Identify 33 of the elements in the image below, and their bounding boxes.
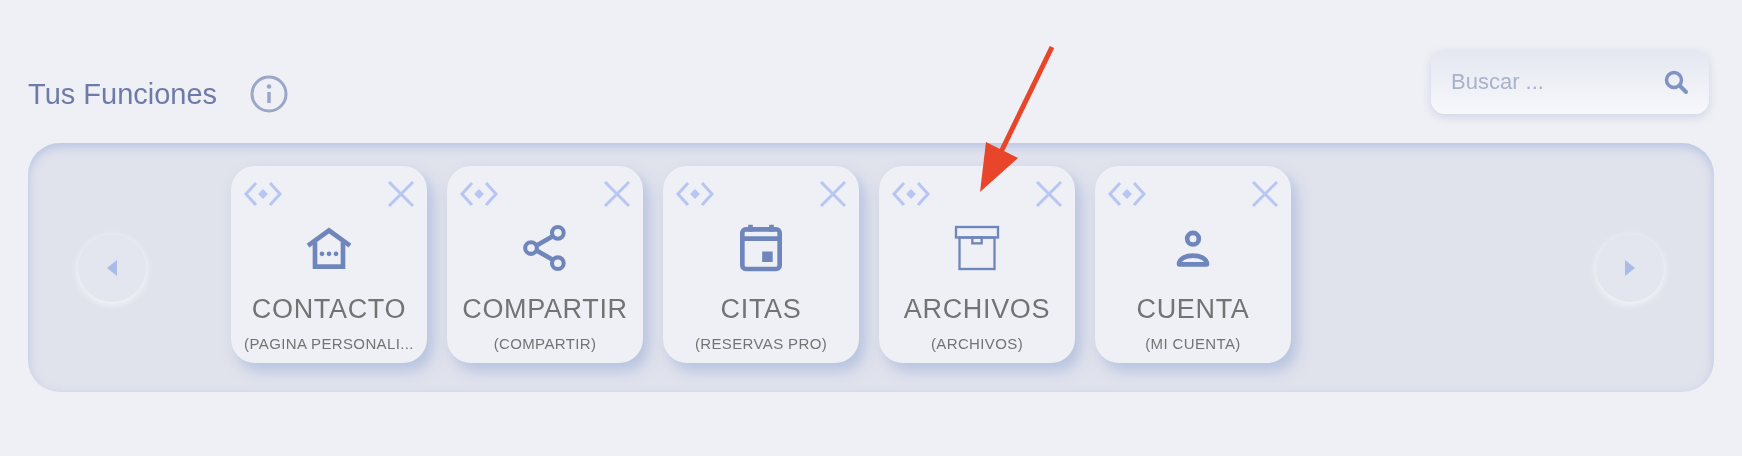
card-subtitle: (COMPARTIR) bbox=[493, 336, 597, 351]
drag-handle-icon[interactable] bbox=[459, 180, 499, 208]
close-icon[interactable] bbox=[1035, 180, 1063, 208]
drag-handle-icon[interactable] bbox=[675, 180, 715, 208]
search-icon[interactable] bbox=[1663, 69, 1689, 95]
card-subtitle: (MI CUENTA) bbox=[1145, 336, 1241, 351]
card-title: CONTACTO bbox=[251, 296, 407, 323]
card-title: COMPARTIR bbox=[462, 296, 628, 323]
close-icon[interactable] bbox=[1251, 180, 1279, 208]
next-button[interactable] bbox=[1596, 233, 1664, 302]
right-triangle-icon bbox=[1624, 258, 1636, 277]
feature-card[interactable]: CUENTA (MI CUENTA) bbox=[1095, 166, 1291, 363]
feature-card[interactable]: COMPARTIR (COMPARTIR) bbox=[447, 166, 643, 363]
close-icon[interactable] bbox=[819, 180, 847, 208]
previous-button[interactable] bbox=[78, 233, 146, 302]
drag-handle-icon[interactable] bbox=[1107, 180, 1147, 208]
section-title: Tus Funciones bbox=[28, 79, 218, 109]
info-icon[interactable] bbox=[249, 74, 290, 114]
card-subtitle: (RESERVAS PRO) bbox=[694, 336, 828, 351]
drag-handle-icon[interactable] bbox=[243, 180, 283, 208]
card-title: CITAS bbox=[720, 296, 802, 323]
search-field[interactable]: Buscar ... bbox=[1431, 50, 1709, 114]
feature-card[interactable]: CONTACTO (PAGINA PERSONALI... bbox=[231, 166, 427, 363]
card-subtitle: (PAGINA PERSONALI... bbox=[244, 336, 414, 351]
left-triangle-icon bbox=[106, 258, 118, 277]
close-icon[interactable] bbox=[603, 180, 631, 208]
drag-handle-icon[interactable] bbox=[891, 180, 931, 208]
card-subtitle: (ARCHIVOS) bbox=[930, 336, 1024, 351]
feature-card[interactable]: CITAS (RESERVAS PRO) bbox=[663, 166, 859, 363]
card-title: CUENTA bbox=[1136, 296, 1250, 323]
close-icon[interactable] bbox=[387, 180, 415, 208]
card-title: ARCHIVOS bbox=[903, 296, 1051, 323]
feature-card[interactable]: ARCHIVOS (ARCHIVOS) bbox=[879, 166, 1075, 363]
